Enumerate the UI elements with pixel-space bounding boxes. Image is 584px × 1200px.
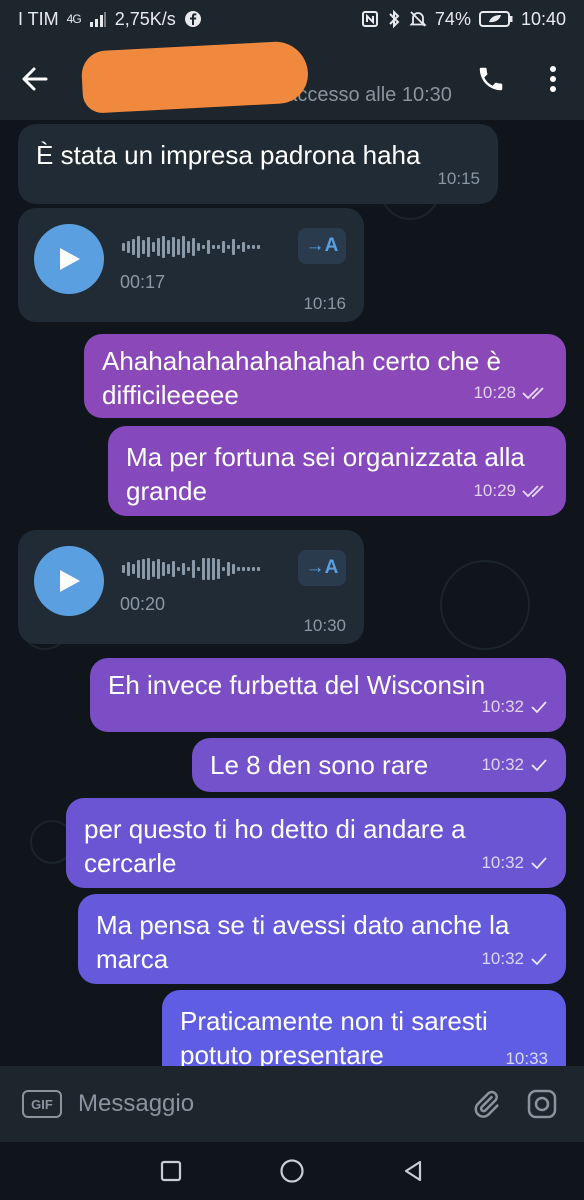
network-type: 4G [66,12,82,26]
battery-icon [478,11,513,27]
menu-button[interactable] [522,38,584,120]
message-bubble-outgoing[interactable]: Eh invece furbetta del Wisconsin 10:32 [90,658,566,732]
back-nav-button[interactable] [393,1151,433,1191]
waveform[interactable] [122,234,260,260]
message-text: Le 8 den sono rare [210,750,429,780]
chat-header: Ultimo accesso alle 10:30 [0,38,584,120]
message-bubble-incoming[interactable]: È stata un impresa padrona haha 10:15 [18,124,498,204]
message-time: 10:32 [481,697,524,716]
play-icon [60,248,80,270]
gif-button[interactable]: GIF [22,1090,62,1118]
mute-bell-icon [409,11,427,27]
play-button[interactable] [34,546,104,616]
voice-duration: 00:17 [120,272,166,292]
transcribe-button[interactable]: →A [298,550,346,586]
clock: 10:40 [520,8,566,29]
message-text: È stata un impresa padrona haha [36,140,421,170]
bluetooth-icon [389,9,400,29]
message-time: 10:32 [481,853,524,872]
message-bubble-outgoing[interactable]: Le 8 den sono rare 10:32 [192,738,566,792]
waveform[interactable] [122,556,260,582]
voice-message[interactable]: 00:17 →A 10:16 [18,208,364,322]
chat-area[interactable]: È stata un impresa padrona haha 10:15 00… [0,120,584,1066]
message-time: 10:32 [481,949,524,968]
arrow-left-icon [22,67,48,91]
camera-button[interactable] [514,1076,570,1132]
message-bubble-outgoing[interactable]: Praticamente non ti saresti potuto prese… [162,990,566,1066]
double-check-icon [522,387,544,400]
camera-icon [527,1089,557,1119]
message-input-bar: GIF [0,1066,584,1142]
message-bubble-outgoing[interactable]: Ahahahahahahahahah certo che è difficile… [84,334,566,418]
voice-message[interactable]: 00:20 →A 10:30 [18,530,364,644]
attach-button[interactable] [458,1076,514,1132]
redacted-contact-name [80,40,310,114]
message-text: Praticamente non ti saresti potuto prese… [180,1006,488,1066]
voice-duration: 00:20 [120,594,166,614]
recents-button[interactable] [151,1151,191,1191]
paperclip-icon [474,1090,499,1118]
message-time: 10:32 [481,755,524,774]
transcribe-button[interactable]: →A [298,228,346,264]
carrier-label: I TIM [18,8,59,29]
facebook-icon [184,11,201,27]
check-icon [531,759,547,772]
back-button[interactable] [0,38,70,120]
message-bubble-outgoing[interactable]: Ma pensa se ti avessi dato anche la marc… [78,894,566,984]
check-icon [531,701,547,714]
play-button[interactable] [34,224,104,294]
contact-info[interactable]: Ultimo accesso alle 10:30 [70,38,460,120]
message-input[interactable] [78,1090,458,1118]
message-text: Ma pensa se ti avessi dato anche la marc… [96,910,510,974]
square-icon [160,1160,181,1182]
circle-icon [280,1159,304,1183]
check-icon [531,953,547,966]
check-icon [531,857,547,870]
home-button[interactable] [272,1151,312,1191]
more-vert-icon [550,66,556,92]
double-check-icon [522,485,544,498]
message-bubble-outgoing[interactable]: Ma per fortuna sei organizzata alla gran… [108,426,566,516]
message-time: 10:30 [303,616,346,635]
signal-icon [89,12,106,27]
message-time: 10:29 [473,481,516,500]
message-text: Eh invece furbetta del Wisconsin [108,670,486,700]
message-bubble-outgoing[interactable]: per questo ti ho detto di andare a cerca… [66,798,566,888]
message-text: Ahahahahahahahahah certo che è difficile… [102,346,502,410]
message-text: Ma per fortuna sei organizzata alla gran… [126,442,525,506]
triangle-back-icon [405,1160,422,1182]
message-text: per questo ti ho detto di andare a cerca… [84,814,466,878]
play-icon [60,570,80,592]
system-nav-bar [0,1142,584,1200]
call-button[interactable] [460,38,522,120]
network-speed: 2,75K/s [114,8,176,29]
message-time: 10:16 [303,294,346,313]
message-time: 10:28 [473,383,516,402]
nfc-icon [361,11,378,27]
status-bar: I TIM 4G 2,75K/s 74% 10:40 [0,0,584,38]
message-time: 10:33 [505,1049,548,1066]
message-time: 10:15 [437,169,480,188]
battery-percent: 74% [434,8,471,29]
background-doodle [440,560,530,650]
